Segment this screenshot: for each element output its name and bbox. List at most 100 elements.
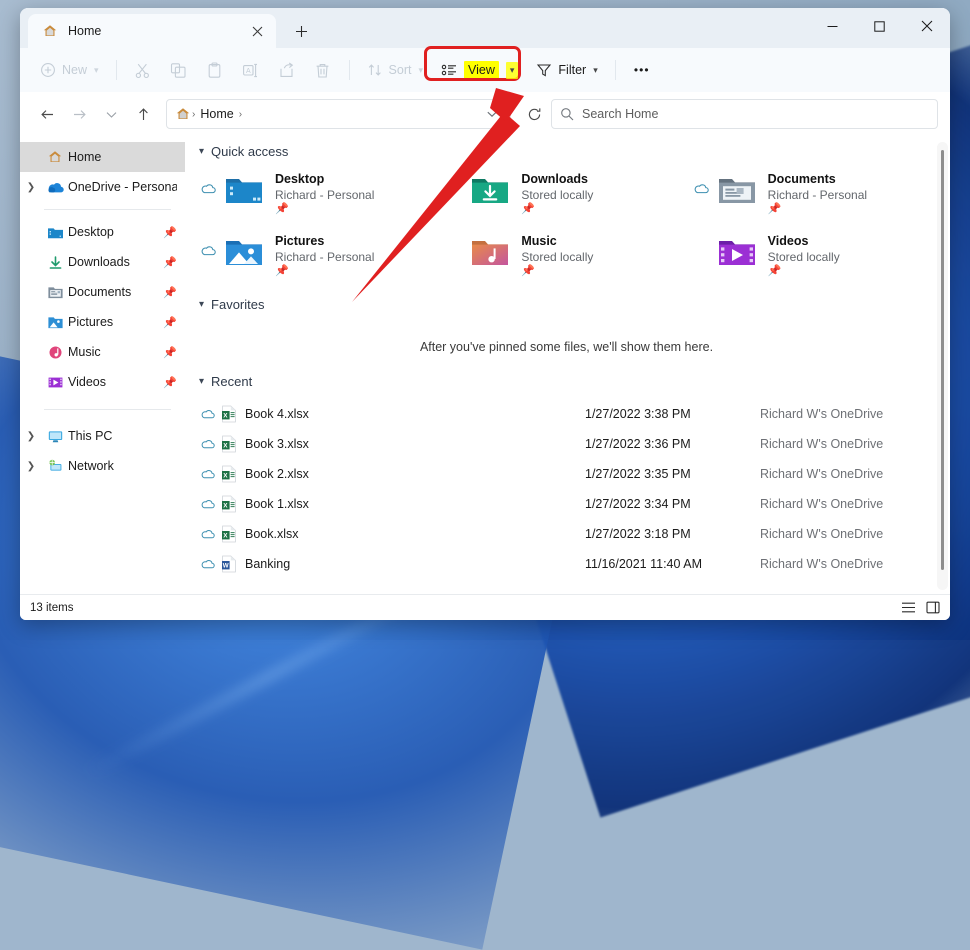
quick-access-item-pictures[interactable]: Pictures Richard - Personal 📌 xyxy=(199,227,445,283)
search-box[interactable]: Search Home xyxy=(551,99,938,129)
recent-header[interactable]: ▾ Recent xyxy=(195,372,938,399)
breadcrumb-bar[interactable]: › Home › xyxy=(166,99,511,129)
chevron-down-icon[interactable]: ▾ xyxy=(199,146,204,157)
delete-button[interactable] xyxy=(306,54,340,86)
pane-view-icon[interactable] xyxy=(926,601,940,614)
view-button[interactable]: View ▾ xyxy=(433,54,526,86)
chevron-right-icon[interactable]: ❯ xyxy=(20,461,42,472)
pin-icon[interactable]: 📌 xyxy=(163,226,177,239)
file-explorer-window: Home xyxy=(20,8,950,620)
maximize-button[interactable] xyxy=(856,8,903,44)
breadcrumb-home[interactable]: Home xyxy=(196,107,237,121)
toolbar-divider-1 xyxy=(116,60,117,80)
pin-icon[interactable]: 📌 xyxy=(768,265,840,278)
svg-text:X: X xyxy=(223,532,228,539)
sidebar-item-desktop[interactable]: Desktop 📌 xyxy=(20,217,185,247)
table-row[interactable]: X Book 2.xlsx 1/27/2022 3:35 PM Richard … xyxy=(195,459,938,489)
window-controls xyxy=(809,8,950,44)
quick-access-item-name: Desktop xyxy=(275,171,374,187)
pin-icon[interactable]: 📌 xyxy=(163,286,177,299)
sidebar-item-videos[interactable]: Videos 📌 xyxy=(20,367,185,397)
share-button[interactable] xyxy=(270,54,304,86)
table-row[interactable]: X Book 1.xlsx 1/27/2022 3:34 PM Richard … xyxy=(195,489,938,519)
new-tab-button[interactable] xyxy=(286,17,316,45)
pin-icon[interactable]: 📌 xyxy=(275,265,374,278)
back-button[interactable] xyxy=(32,99,62,129)
network-icon xyxy=(42,459,68,474)
pin-icon[interactable]: 📌 xyxy=(163,256,177,269)
copy-button[interactable] xyxy=(162,54,196,86)
minimize-button[interactable] xyxy=(809,8,856,44)
tab-home[interactable]: Home xyxy=(28,14,276,48)
quick-access-item-downloads[interactable]: Downloads Stored locally 📌 xyxy=(445,165,691,221)
forward-button[interactable] xyxy=(64,99,94,129)
quick-access-header[interactable]: ▾ Quick access xyxy=(195,136,938,165)
pin-icon[interactable]: 📌 xyxy=(163,316,177,329)
recent-locations-button[interactable] xyxy=(96,99,126,129)
quick-access-item-documents[interactable]: Documents Richard - Personal 📌 xyxy=(692,165,938,221)
sidebar-item-music[interactable]: Music 📌 xyxy=(20,337,185,367)
sidebar-item-documents[interactable]: Documents 📌 xyxy=(20,277,185,307)
quick-access-item-text: Pictures Richard - Personal 📌 xyxy=(275,231,374,278)
filter-button[interactable]: Filter ▾ xyxy=(528,54,605,86)
quick-access-item-videos[interactable]: Videos Stored locally 📌 xyxy=(692,227,938,283)
rename-button[interactable]: A xyxy=(234,54,268,86)
file-date: 1/27/2022 3:36 PM xyxy=(585,437,760,451)
sidebar-item-pictures[interactable]: Pictures 📌 xyxy=(20,307,185,337)
cloud-icon xyxy=(201,409,221,419)
paste-button[interactable] xyxy=(198,54,232,86)
close-button[interactable] xyxy=(903,8,950,44)
more-options-button[interactable]: ••• xyxy=(625,54,659,86)
chevron-down-icon: ▾ xyxy=(418,65,423,76)
quick-access-item-desktop[interactable]: Desktop Richard - Personal 📌 xyxy=(199,165,445,221)
pin-icon[interactable]: 📌 xyxy=(275,203,374,216)
documents-folder-icon xyxy=(42,285,68,300)
table-row[interactable]: W Banking 11/16/2021 11:40 AM Richard W'… xyxy=(195,549,938,579)
sidebar-item-onedrive[interactable]: ❯ OneDrive - Personal xyxy=(20,172,185,202)
sidebar-item-this-pc[interactable]: ❯ This PC xyxy=(20,421,185,451)
new-button[interactable]: New ▾ xyxy=(32,54,107,86)
music-folder-icon xyxy=(42,345,68,360)
cloud-icon xyxy=(201,559,221,569)
pin-icon[interactable]: 📌 xyxy=(163,376,177,389)
file-name: Book 3.xlsx xyxy=(245,437,585,451)
pin-icon[interactable]: 📌 xyxy=(521,203,593,216)
chevron-right-icon[interactable]: ❯ xyxy=(20,182,42,193)
sidebar-item-downloads[interactable]: Downloads 📌 xyxy=(20,247,185,277)
chevron-down-icon[interactable]: ▾ xyxy=(199,376,204,387)
sidebar-item-home[interactable]: Home xyxy=(20,142,185,172)
file-location: Richard W's OneDrive xyxy=(760,527,938,541)
vertical-scrollbar[interactable] xyxy=(937,142,948,590)
up-button[interactable] xyxy=(128,99,158,129)
scrollbar-thumb[interactable] xyxy=(941,150,944,570)
sidebar-item-network[interactable]: ❯ Network xyxy=(20,451,185,481)
pin-icon[interactable]: 📌 xyxy=(163,346,177,359)
favorites-header[interactable]: ▾ Favorites xyxy=(195,283,938,318)
svg-text:X: X xyxy=(223,472,228,479)
filter-icon xyxy=(536,62,552,78)
file-location: Richard W's OneDrive xyxy=(760,437,938,451)
toolbar-divider-3 xyxy=(615,60,616,80)
sidebar-item-label: Videos xyxy=(68,375,163,389)
chevron-down-icon[interactable]: ▾ xyxy=(199,299,204,310)
table-row[interactable]: X Book.xlsx 1/27/2022 3:18 PM Richard W'… xyxy=(195,519,938,549)
search-input[interactable]: Search Home xyxy=(582,107,658,121)
cloud-icon xyxy=(201,469,221,479)
table-row[interactable]: X Book 4.xlsx 1/27/2022 3:38 PM Richard … xyxy=(195,399,938,429)
refresh-button[interactable] xyxy=(519,99,549,129)
chevron-right-icon[interactable]: ❯ xyxy=(20,431,42,442)
cut-button[interactable] xyxy=(126,54,160,86)
breadcrumb-dropdown-icon[interactable] xyxy=(480,108,504,120)
content-scroll-area: ▾ Quick access xyxy=(195,136,938,594)
details-view-icon[interactable] xyxy=(901,601,916,614)
address-bar-row: › Home › Search Home xyxy=(20,92,950,136)
sort-button[interactable]: Sort ▾ xyxy=(359,54,431,86)
quick-access-item-music[interactable]: Music Stored locally 📌 xyxy=(445,227,691,283)
excel-icon: X xyxy=(221,435,245,453)
status-bar: 13 items xyxy=(20,594,950,620)
pin-icon[interactable]: 📌 xyxy=(768,203,867,216)
pin-icon[interactable]: 📌 xyxy=(521,265,593,278)
tab-close-icon[interactable] xyxy=(244,19,270,43)
quick-access-item-name: Videos xyxy=(768,233,840,249)
table-row[interactable]: X Book 3.xlsx 1/27/2022 3:36 PM Richard … xyxy=(195,429,938,459)
